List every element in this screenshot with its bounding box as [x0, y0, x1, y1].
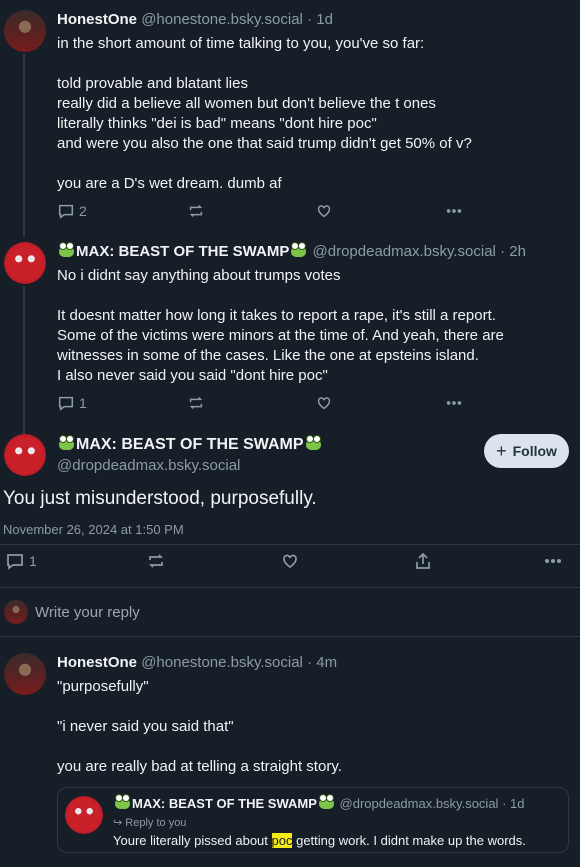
frog-emoji — [115, 794, 130, 809]
repost-button[interactable] — [187, 394, 205, 412]
like-icon — [283, 554, 297, 569]
like-button[interactable] — [315, 202, 333, 220]
follow-button[interactable]: + Follow — [484, 434, 569, 468]
frog-emoji — [291, 242, 307, 257]
post-age: · 1d — [502, 796, 525, 811]
post-max-1[interactable]: MAX: BEAST OF THE SWAMP @dropdeadmax.bsk… — [0, 232, 580, 436]
author-name[interactable]: HonestOne — [57, 11, 137, 28]
author-handle[interactable]: @honestone.bsky.social — [141, 11, 303, 28]
avatar[interactable] — [4, 434, 46, 476]
quote-text: Youre literally pissed about poc getting… — [113, 833, 526, 848]
post-header: MAX: BEAST OF THE SWAMP — [57, 435, 323, 454]
reply-icon — [58, 204, 74, 219]
post-actions: 2 — [57, 202, 477, 222]
author-name[interactable]: MAX: BEAST OF THE SWAMP — [57, 435, 323, 453]
like-button[interactable] — [280, 551, 300, 571]
share-icon — [416, 552, 430, 569]
post-honestone-1[interactable]: HonestOne @honestone.bsky.social · 1d in… — [0, 0, 580, 236]
avatar[interactable] — [4, 653, 46, 695]
avatar — [65, 796, 103, 834]
reply-composer[interactable]: Write your reply — [0, 588, 580, 636]
avatar — [4, 600, 28, 624]
main-post-text: You just misunderstood, purposefully. — [3, 488, 317, 509]
author-handle[interactable]: @dropdeadmax.bsky.social — [57, 457, 240, 474]
more-icon — [544, 558, 562, 564]
frog-emoji — [59, 435, 74, 450]
like-icon — [317, 205, 331, 218]
reply-button[interactable]: 2 — [57, 202, 87, 220]
divider — [0, 544, 580, 545]
post-header: HonestOne @honestone.bsky.social · 4m — [57, 654, 337, 671]
repost-icon — [148, 554, 164, 568]
plus-icon: + — [496, 441, 507, 461]
post-timestamp[interactable]: November 26, 2024 at 1:50 PM — [3, 522, 184, 537]
thread-line — [23, 54, 25, 236]
author-handle[interactable]: @dropdeadmax.bsky.social — [313, 243, 496, 260]
more-button[interactable] — [445, 202, 463, 220]
post-header: MAX: BEAST OF THE SWAMP @dropdeadmax.bsk… — [57, 242, 526, 260]
reply-placeholder[interactable]: Write your reply — [35, 604, 140, 621]
reply-count: 1 — [79, 395, 87, 411]
reply-icon — [58, 396, 74, 411]
post-actions: 1 — [57, 394, 477, 414]
more-icon — [446, 209, 462, 213]
quote-header: MAX: BEAST OF THE SWAMP @dropdeadmax.bsk… — [113, 794, 525, 811]
frog-emoji — [318, 794, 334, 809]
author-handle[interactable]: @honestone.bsky.social — [141, 654, 303, 671]
post-age: · 2h — [500, 243, 526, 260]
repost-icon — [189, 397, 203, 409]
reply-icon — [7, 554, 23, 570]
author-handle: @dropdeadmax.bsky.social — [339, 796, 499, 811]
reply-count: 2 — [79, 203, 87, 219]
post-text: "purposefully" "i never said you said th… — [57, 678, 342, 775]
author-name: MAX: BEAST OF THE SWAMP — [113, 794, 336, 811]
follow-label: Follow — [512, 443, 557, 459]
repost-button[interactable] — [146, 551, 166, 571]
repost-button[interactable] — [187, 202, 205, 220]
reply-count: 1 — [29, 553, 37, 569]
post-text: No i didnt say anything about trumps vot… — [57, 267, 504, 384]
post-text: in the short amount of time talking to y… — [57, 35, 472, 192]
author-name[interactable]: HonestOne — [57, 654, 137, 671]
repost-icon — [189, 205, 203, 217]
post-header: HonestOne @honestone.bsky.social · 1d — [57, 11, 333, 28]
avatar[interactable] — [4, 10, 46, 52]
avatar[interactable] — [4, 242, 46, 284]
more-icon — [446, 401, 462, 405]
like-button[interactable] — [315, 394, 333, 412]
reply-button[interactable]: 1 — [57, 394, 87, 412]
reply-arrow-icon: ↪ — [113, 817, 123, 829]
thread-line — [23, 286, 25, 436]
share-button[interactable] — [413, 551, 433, 571]
frog-emoji — [305, 435, 321, 450]
post-age: · 1d — [307, 11, 333, 28]
quoted-post[interactable]: MAX: BEAST OF THE SWAMP @dropdeadmax.bsk… — [57, 787, 569, 853]
highlighted-word: poc — [271, 833, 293, 848]
reply-to-label: ↪ Reply to you — [113, 817, 187, 829]
reply-button[interactable]: 1 — [5, 551, 37, 571]
like-icon — [317, 397, 331, 410]
main-actions: 1 — [5, 551, 575, 571]
author-name[interactable]: MAX: BEAST OF THE SWAMP — [57, 242, 308, 260]
more-button[interactable] — [543, 551, 563, 571]
more-button[interactable] — [445, 394, 463, 412]
post-age: · 4m — [307, 654, 338, 671]
frog-emoji — [59, 242, 74, 257]
